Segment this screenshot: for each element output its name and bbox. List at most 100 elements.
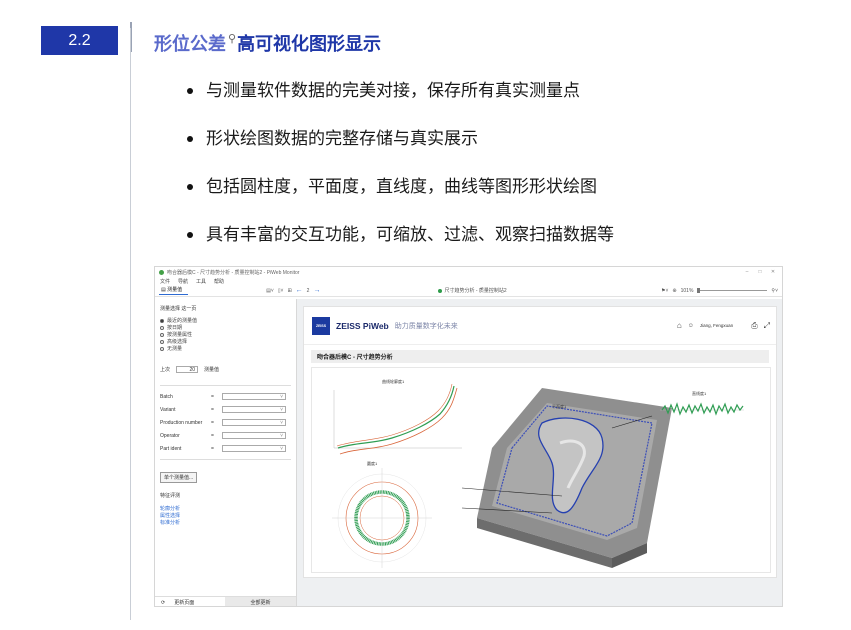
piweb-app-window: 吻合器后模C - 尺寸趋势分析 - 质量控制站2 - PiWeb Monitor… [154, 266, 783, 607]
page-counter: 2 [306, 287, 310, 294]
filter-operator: = [211, 419, 214, 426]
filter-label: Operator [160, 432, 180, 439]
report-header: ZEISS ZEISS PiWeb 助力质量数字化未来 ⌂ ☺ Jiang, F… [304, 307, 776, 345]
recent-count-input[interactable]: 20 [176, 366, 199, 373]
toolbar: ▤ 测量值 ▤˅ ▯˅ ⊞ ← 2 → 尺寸趋势分析 - 质量控制站2 ⚑˅ ⊕… [155, 285, 782, 297]
search-icon[interactable]: ⚲˅ [771, 288, 778, 294]
document-indicator: 尺寸趋势分析 - 质量控制站2 [438, 287, 507, 294]
filter-row-variant: Variant = ˅ [160, 403, 291, 416]
home-icon[interactable]: ⌂ [677, 321, 682, 330]
filter-operator: = [211, 432, 214, 439]
radio-by-attribute[interactable]: 按测量属性 [160, 331, 291, 338]
roundness-plot [332, 468, 432, 568]
straightness-plot [660, 402, 744, 416]
back-arrow-icon[interactable]: ← [296, 287, 303, 294]
mould-3d-model [461, 388, 672, 568]
heading-part-1: 形位公差 [154, 34, 226, 54]
filter-label: Variant [160, 406, 176, 413]
filter-operator: = [211, 406, 214, 413]
maximize-icon[interactable]: □ [755, 269, 765, 275]
recent-label: 上次 [160, 367, 171, 373]
menu-tools[interactable]: 工具 [196, 278, 206, 285]
user-icon: ☺ [687, 322, 694, 329]
report-page: ZEISS ZEISS PiWeb 助力质量数字化未来 ⌂ ☺ Jiang, F… [303, 306, 777, 578]
close-icon[interactable]: ✕ [768, 269, 778, 275]
filter-row-production-number: Production number = ˅ [160, 416, 291, 429]
refresh-page-button[interactable]: ⟳ 更新页面 [155, 597, 225, 607]
filter-row-operator: Operator = ˅ [160, 429, 291, 442]
tab-measurements[interactable]: ▤ 测量值 [159, 286, 189, 295]
filter-select[interactable]: ˅ [222, 419, 286, 426]
section-number-badge: 2.2 [41, 26, 118, 55]
bullet-item: 具有丰富的交互功能，可缩放、过滤、观察扫描数据等 [186, 224, 614, 272]
flatness-label: 平面度1 [552, 403, 567, 409]
app-icon [159, 269, 164, 275]
radio-label: 最近的测量值 [167, 318, 198, 324]
fullscreen-icon[interactable]: ⤢ [764, 321, 770, 331]
magnifier-icon: ⚲ [228, 32, 237, 45]
radio-on-icon [160, 318, 164, 323]
slide: 2.2 形位公差 ⚲ 高可视化图形显示 与测量软件数据的完美对接，保存所有真实测… [0, 0, 851, 630]
heading-part-2: 高可视化图形显示 [237, 34, 382, 54]
view-icon[interactable]: ▤˅ [266, 288, 274, 294]
filter-operator: = [211, 445, 214, 452]
link-attribute-selection[interactable]: 属性选择 [160, 512, 291, 519]
left-panel-footer: ⟳ 更新页面 全部更新 [155, 596, 296, 607]
gdt-visualization[interactable]: 曲线轮廓度1 圆度1 平面度1 直线度1 [312, 368, 772, 574]
flag-icon[interactable]: ⚑˅ [661, 288, 668, 294]
left-panel: 测量选择 这一页 最近的测量值 按日期 按测量属性 高级选择 无测量 上次 20… [155, 299, 297, 607]
radio-none[interactable]: 无测量 [160, 345, 291, 352]
filter-row-batch: Batch = ˅ [160, 390, 291, 403]
minimize-icon[interactable]: – [742, 269, 752, 275]
zeiss-logo: ZEISS [312, 316, 330, 335]
divider [160, 459, 291, 460]
radio-label: 按日期 [167, 325, 183, 331]
page-layout-icon[interactable]: ▯˅ [278, 288, 284, 294]
filter-label: Part ident [160, 445, 182, 452]
radio-off-icon [160, 332, 164, 337]
filter-select[interactable]: ˅ [222, 445, 286, 452]
forward-arrow-icon[interactable]: → [313, 287, 320, 294]
user-name: Jiang, Fengxuan [699, 323, 734, 328]
bullet-item: 包括圆柱度，平面度，直线度，曲线等图形形状绘图 [186, 176, 614, 224]
filter-select[interactable]: ˅ [222, 406, 286, 413]
curve-profile-plot [333, 383, 462, 455]
vertical-divider [130, 28, 131, 620]
radio-label: 无测量 [167, 346, 183, 352]
feature-section-title: 特征评测 [160, 493, 181, 499]
filter-select[interactable]: ˅ [222, 393, 286, 400]
bullet-item: 与测量软件数据的完美对接，保存所有真实测量点 [186, 80, 614, 128]
update-all-button[interactable]: 全部更新 [225, 597, 296, 606]
selection-title: 测量选择 这一页 [160, 306, 197, 312]
filter-label: Production number [160, 419, 203, 426]
section-heading: 形位公差 ⚲ 高可视化图形显示 [154, 30, 381, 56]
brand-slogan: 助力质量数字化未来 [394, 322, 458, 330]
radio-off-icon [160, 346, 164, 351]
link-standard-analysis[interactable]: 标准分析 [160, 519, 291, 526]
radio-latest[interactable]: 最近的测量值 [160, 317, 291, 324]
filter-select[interactable]: ˅ [222, 432, 286, 439]
refresh-icon: ⟳ [161, 599, 166, 606]
radio-label: 按测量属性 [167, 332, 193, 338]
report-canvas: 曲线轮廓度1 圆度1 平面度1 直线度1 [311, 367, 771, 573]
menu-bar: 文件 导航 工具 帮助 [155, 277, 782, 285]
menu-file[interactable]: 文件 [160, 278, 170, 285]
straightness-label: 直线度1 [692, 390, 707, 396]
zoom-slider[interactable] [697, 288, 768, 293]
radio-off-icon [160, 339, 164, 344]
print-icon[interactable]: ⎙ [751, 321, 757, 331]
radio-by-date[interactable]: 按日期 [160, 324, 291, 331]
grid-icon[interactable]: ⊞ [287, 288, 291, 294]
link-profile-analysis[interactable]: 轮廓分析 [160, 505, 291, 512]
window-title: 吻合器后模C - 尺寸趋势分析 - 质量控制站2 - PiWeb Monitor [167, 269, 300, 276]
radio-label: 高级选择 [167, 339, 188, 345]
report-title: 吻合器后模C - 尺寸趋势分析 [311, 350, 769, 363]
brand-name: ZEISS PiWeb [336, 320, 389, 331]
menu-help[interactable]: 帮助 [214, 278, 224, 285]
zoom-slider-knob[interactable] [697, 288, 701, 293]
radio-advanced[interactable]: 高级选择 [160, 338, 291, 345]
content-area: 测量选择 这一页 最近的测量值 按日期 按测量属性 高级选择 无测量 上次 20… [155, 299, 782, 607]
menu-navigate[interactable]: 导航 [178, 278, 188, 285]
single-measurement-button[interactable]: 单个测量值... [160, 472, 198, 483]
zoom-out-icon[interactable]: ⊕ [672, 288, 676, 294]
